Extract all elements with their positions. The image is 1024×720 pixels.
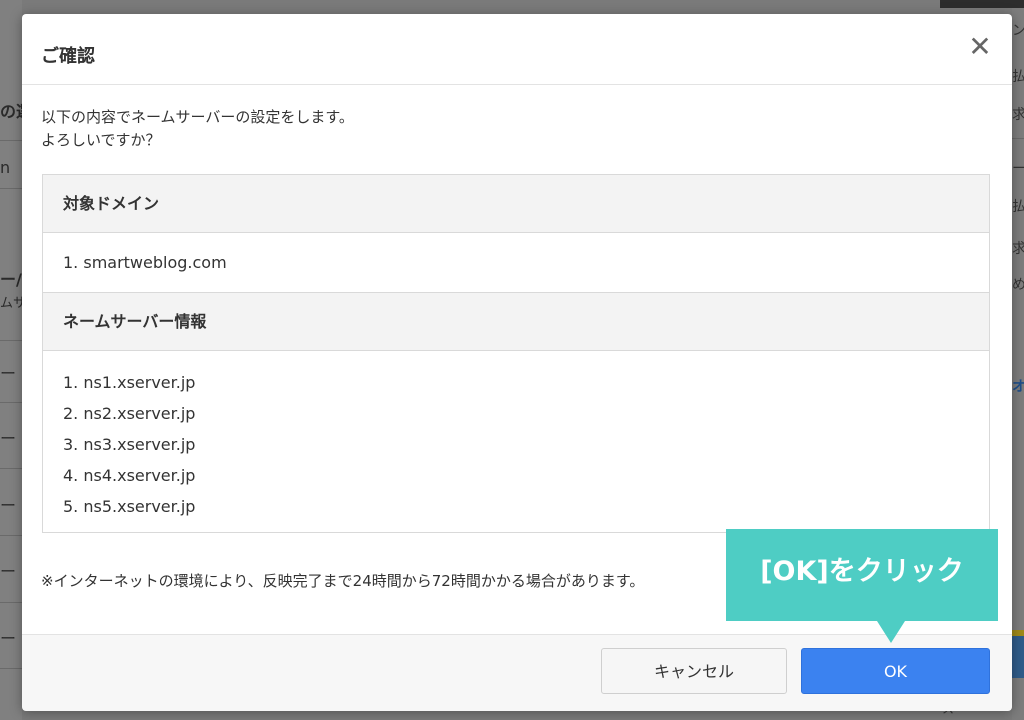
background-text: ー [0,429,17,448]
nameserver-list: 1. ns1.xserver.jp 2. ns2.xserver.jp 3. n… [43,351,989,532]
background-top-bar [940,0,1024,8]
domain-item: 1. smartweblog.com [43,233,989,293]
background-divider [0,402,22,403]
domain-section-header: 対象ドメイン [43,175,989,233]
confirm-message: 以下の内容でネームサーバーの設定をします。 よろしいですか？ [41,106,354,152]
background-text: n [0,158,11,177]
message-line: 以下の内容でネームサーバーの設定をします。 [41,108,354,126]
background-text: ー [0,496,17,515]
annotation-text: [OK]をクリック [760,556,964,587]
background-text: ー [0,562,17,581]
nameserver-section-header: ネームサーバー情報 [43,293,989,351]
message-line: よろしいですか？ [41,131,161,149]
background-text: ー [0,364,17,383]
background-text: 払 [1012,69,1024,85]
background-divider [0,468,22,469]
background-text: ー [1012,161,1024,177]
background-text: 求 [1012,241,1024,257]
nameserver-item: 2. ns2.xserver.jp [63,404,196,423]
ok-button[interactable]: OK [801,648,990,694]
background-divider [0,188,22,189]
nameserver-item: 1. ns1.xserver.jp [63,373,196,392]
annotation-callout: [OK]をクリック [726,529,998,621]
background-divider [1012,138,1024,139]
dialog-title: ご確認 [41,46,95,67]
nameserver-item: 5. ns5.xserver.jp [63,497,196,516]
background-divider [0,602,22,603]
callout-pointer [877,621,905,643]
background-text: ー [0,629,17,648]
background-text: オ [1012,379,1024,395]
background-text: 払 [1012,199,1024,215]
close-icon[interactable]: ✕ [967,33,993,61]
nameserver-item: 3. ns3.xserver.jp [63,435,196,454]
background-divider [0,668,22,669]
dialog-footer: キャンセル OK [22,634,1012,711]
propagation-note: ※インターネットの環境により、反映完了まで24時間から72時間かかる場合がありま… [41,572,645,590]
background-text: ン [1012,23,1024,39]
background-divider [0,340,22,341]
nameserver-item: 4. ns4.xserver.jp [63,466,196,485]
background-text: め [1012,277,1024,293]
dialog-header: ご確認 ✕ [22,14,1012,85]
background-banner [1012,636,1024,678]
cancel-button[interactable]: キャンセル [601,648,787,694]
background-divider [0,140,22,141]
settings-summary-table: 対象ドメイン 1. smartweblog.com ネームサーバー情報 1. n… [42,174,990,533]
background-text: ー/ [0,270,22,289]
background-text: 求 [1012,107,1024,123]
background-divider [0,535,22,536]
